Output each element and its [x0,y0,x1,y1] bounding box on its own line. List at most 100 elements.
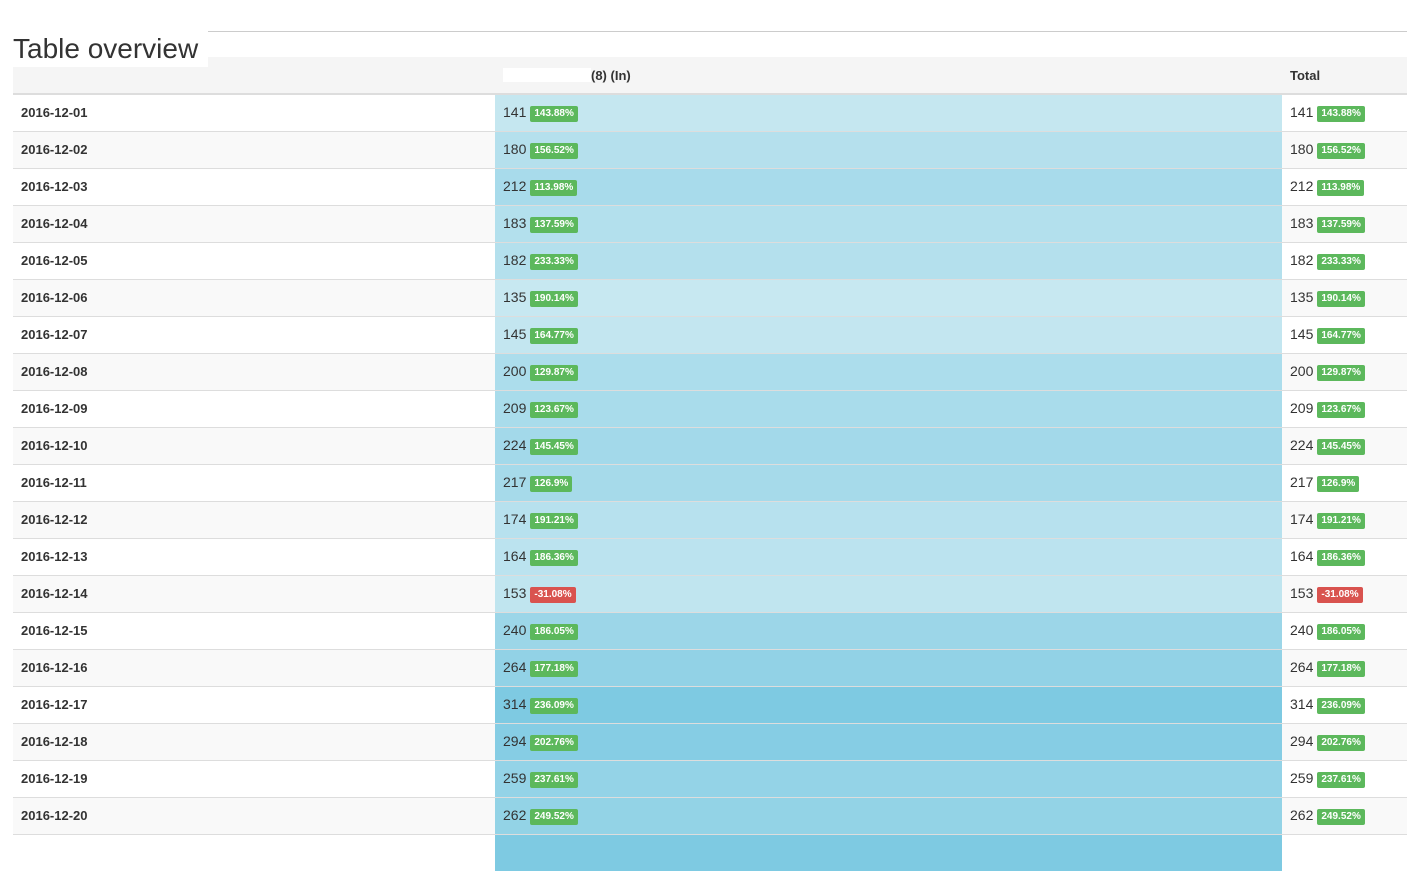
in-change-badge: 186.36% [530,549,578,566]
header-in[interactable]: (8) (In) [495,57,1282,95]
in-cell: 212 113.98% [495,167,1282,205]
page-title: Table overview [13,30,209,67]
in-cell: 182 233.33% [495,241,1282,279]
date-cell: 2016-12-01 [13,93,495,131]
table-row: 2016-12-17 314 236.09% 314 236.09% [13,685,1407,723]
total-value: 294 [1290,732,1314,749]
in-value: 259 [503,769,527,786]
table-body: 2016-12-01 141 143.88% 141 143.88% 2016-12… [13,93,1407,871]
in-value: 264 [503,658,527,675]
table-row: 2016-12-04 183 137.59% 183 137.59% [13,204,1407,242]
total-cell: 217 126.9% [1282,463,1407,501]
total-value: 174 [1290,510,1314,527]
in-value: 224 [503,436,527,453]
in-value: 180 [503,140,527,157]
date-cell: 2016-12-18 [13,722,495,760]
total-change-badge: 236.09% [1317,697,1365,714]
total-cell: 240 186.05% [1282,611,1407,649]
table-row: 2016-12-19 259 237.61% 259 237.61% [13,759,1407,797]
date-cell: 2016-12-04 [13,204,495,242]
total-cell: 164 186.36% [1282,537,1407,575]
in-cell: 262 249.52% [495,796,1282,834]
total-value: 224 [1290,436,1314,453]
partial-cell [13,833,495,871]
in-cell: 174 191.21% [495,500,1282,538]
in-value: 314 [503,695,527,712]
total-value: 217 [1290,473,1314,490]
date-cell: 2016-12-08 [13,352,495,390]
total-cell: 182 233.33% [1282,241,1407,279]
total-change-badge: 145.45% [1317,438,1365,455]
total-value: 153 [1290,584,1314,601]
total-cell: 200 129.87% [1282,352,1407,390]
table-row: 2016-12-10 224 145.45% 224 145.45% [13,426,1407,464]
in-cell: 209 123.67% [495,389,1282,427]
date-cell: 2016-12-05 [13,241,495,279]
date-cell: 2016-12-10 [13,426,495,464]
total-cell: 259 237.61% [1282,759,1407,797]
table-row-partial [13,833,1407,871]
total-change-badge: 190.14% [1317,290,1365,307]
in-value: 200 [503,362,527,379]
title-divider [13,31,1407,32]
total-value: 141 [1290,103,1314,120]
in-cell: 180 156.52% [495,130,1282,168]
total-change-badge: 143.88% [1317,105,1365,122]
total-cell: 314 236.09% [1282,685,1407,723]
in-change-badge: -31.08% [530,586,576,603]
in-change-badge: 186.05% [530,623,578,640]
date-cell: 2016-12-02 [13,130,495,168]
total-value: 264 [1290,658,1314,675]
in-value: 153 [503,584,527,601]
total-value: 314 [1290,695,1314,712]
total-change-badge: 249.52% [1317,808,1365,825]
date-cell: 2016-12-09 [13,389,495,427]
date-cell: 2016-12-12 [13,500,495,538]
table-row: 2016-12-01 141 143.88% 141 143.88% [13,93,1407,131]
in-change-badge: 129.87% [530,364,578,381]
in-cell: 183 137.59% [495,204,1282,242]
in-change-badge: 236.09% [530,697,578,714]
in-value: 135 [503,288,527,305]
total-value: 183 [1290,214,1314,231]
total-cell: 153 -31.08% [1282,574,1407,612]
total-change-badge: 191.21% [1317,512,1365,529]
header-total[interactable]: Total [1282,57,1407,95]
total-cell: 145 164.77% [1282,315,1407,353]
in-change-badge: 177.18% [530,660,578,677]
date-cell: 2016-12-20 [13,796,495,834]
total-change-badge: 137.59% [1317,216,1365,233]
table-row: 2016-12-08 200 129.87% 200 129.87% [13,352,1407,390]
date-cell: 2016-12-13 [13,537,495,575]
in-value: 209 [503,399,527,416]
table-header: (8) (In) Total [13,57,1407,95]
total-change-badge: 186.36% [1317,549,1365,566]
table-row: 2016-12-03 212 113.98% 212 113.98% [13,167,1407,205]
date-cell: 2016-12-07 [13,315,495,353]
total-cell: 180 156.52% [1282,130,1407,168]
total-value: 145 [1290,325,1314,342]
in-cell: 135 190.14% [495,278,1282,316]
table-row: 2016-12-09 209 123.67% 209 123.67% [13,389,1407,427]
date-cell: 2016-12-15 [13,611,495,649]
total-change-badge: 164.77% [1317,327,1365,344]
redacted-label [503,67,591,82]
total-value: 209 [1290,399,1314,416]
in-value: 174 [503,510,527,527]
total-cell: 264 177.18% [1282,648,1407,686]
date-cell: 2016-12-03 [13,167,495,205]
total-cell: 174 191.21% [1282,500,1407,538]
table-row: 2016-12-05 182 233.33% 182 233.33% [13,241,1407,279]
in-value: 262 [503,806,527,823]
total-change-badge: 237.61% [1317,771,1365,788]
date-cell: 2016-12-14 [13,574,495,612]
partial-cell [1282,833,1407,871]
total-change-badge: 177.18% [1317,660,1365,677]
in-change-badge: 156.52% [530,142,578,159]
in-value: 164 [503,547,527,564]
in-cell: 294 202.76% [495,722,1282,760]
in-cell: 153 -31.08% [495,574,1282,612]
in-cell: 224 145.45% [495,426,1282,464]
in-cell: 141 143.88% [495,93,1282,131]
table-row: 2016-12-15 240 186.05% 240 186.05% [13,611,1407,649]
